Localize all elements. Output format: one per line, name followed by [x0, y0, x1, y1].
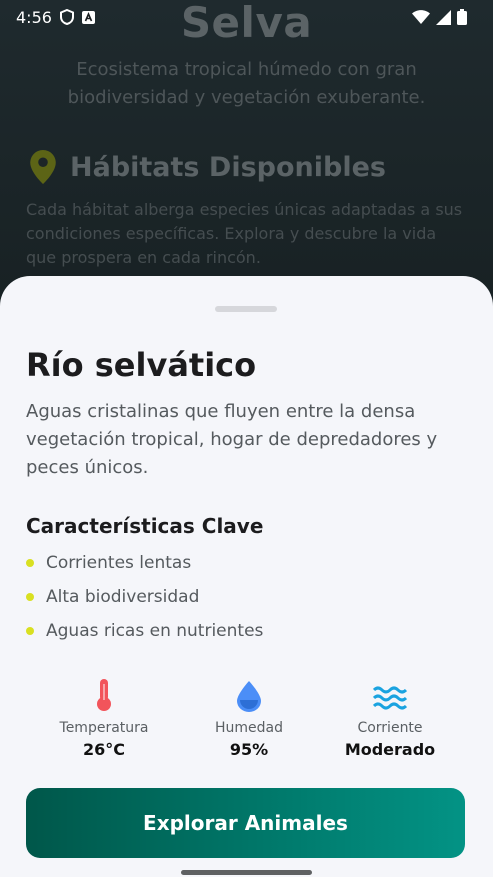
- wifi-icon: [412, 10, 430, 24]
- habitat-bottom-sheet: Río selvático Aguas cristalinas que fluy…: [0, 276, 493, 877]
- bullet-dot-icon: [26, 627, 34, 635]
- feature-text: Corrientes lentas: [46, 553, 192, 573]
- thermometer-icon: [97, 679, 111, 711]
- features-list: Corrientes lentas Alta biodiversidad Agu…: [26, 546, 263, 648]
- humidity-value: 95%: [229, 740, 269, 759]
- habitats-section-title: Hábitats Disponibles: [70, 151, 386, 183]
- feature-item: Corrientes lentas: [26, 546, 263, 580]
- current-label: Corriente: [357, 720, 423, 736]
- app-notification-icon: [81, 10, 95, 24]
- habitats-section-description: Cada hábitat alberga especies únicas ada…: [26, 200, 463, 267]
- water-drop-icon: [237, 681, 261, 712]
- bullet-dot-icon: [26, 559, 34, 567]
- humidity-label: Humedad: [214, 720, 283, 736]
- stat-temperature: Temperatura 26°C: [29, 672, 179, 759]
- stat-humidity: Humedad 95%: [174, 672, 324, 759]
- temperature-label: Temperatura: [59, 720, 149, 736]
- cellular-signal-icon: [436, 9, 451, 25]
- habitat-title: Río selvático: [26, 346, 257, 384]
- feature-text: Alta biodiversidad: [46, 587, 200, 607]
- location-pin-icon: [30, 150, 56, 184]
- habitat-description: Aguas cristalinas que fluyen entre la de…: [26, 401, 438, 478]
- shield-icon: [59, 9, 74, 25]
- sheet-drag-handle[interactable]: [215, 306, 277, 312]
- features-title: Características Clave: [26, 514, 264, 538]
- feature-item: Aguas ricas en nutrientes: [26, 614, 263, 648]
- gesture-nav-bar[interactable]: [181, 870, 312, 875]
- explore-animals-button[interactable]: Explorar Animales: [26, 788, 465, 858]
- waves-icon: [373, 686, 407, 710]
- habitat-stats: Temperatura 26°C Humedad 95% Corriente M…: [0, 672, 493, 762]
- habitats-section-header: Hábitats Disponibles: [30, 150, 386, 184]
- bullet-dot-icon: [26, 593, 34, 601]
- stat-current: Corriente Moderado: [315, 672, 465, 759]
- status-time: 4:56: [16, 7, 52, 27]
- temperature-value: 26°C: [82, 740, 125, 759]
- ecosystem-subtitle: Ecosistema tropical húmedo con gran biod…: [67, 59, 426, 108]
- feature-item: Alta biodiversidad: [26, 580, 263, 614]
- current-value: Moderado: [344, 740, 436, 759]
- status-bar: 4:56: [0, 0, 493, 34]
- battery-icon: [457, 9, 467, 25]
- feature-text: Aguas ricas en nutrientes: [46, 621, 264, 641]
